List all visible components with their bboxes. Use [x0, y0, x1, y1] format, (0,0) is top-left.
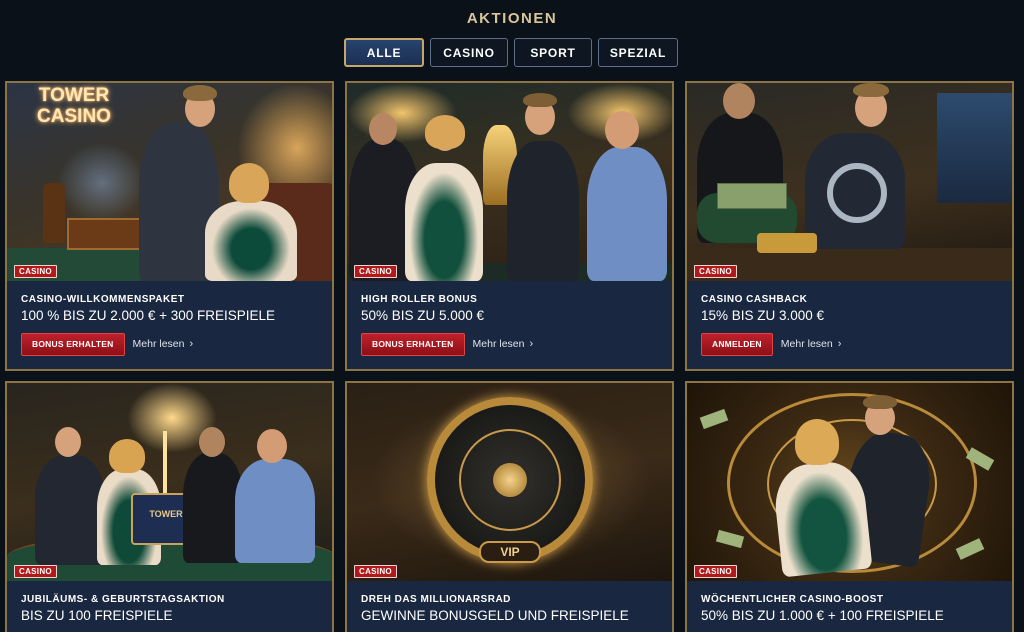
promo-title: WÖCHENTLICHER CASINO-BOOST: [701, 594, 884, 605]
category-badge: CASINO: [14, 565, 57, 578]
category-badge: CASINO: [354, 565, 397, 578]
read-more-label: Mehr lesen: [780, 338, 833, 350]
chevron-right-icon: ›: [189, 338, 194, 350]
vip-badge: VIP: [479, 541, 541, 563]
read-more-link[interactable]: Mehr lesen ›: [781, 338, 842, 350]
promo-card-weekly-boost[interactable]: CASINO WÖCHENTLICHER CASINO-BOOST 50% BI…: [685, 381, 1014, 632]
promo-card-anniversary[interactable]: TOWER CASINO JUBILÄUMS- & GEBURTSTAGSAKT…: [5, 381, 334, 632]
promo-image-wheel: VIP CASINO: [347, 383, 672, 581]
promo-title: DREH DAS MILLIONARSRAD: [361, 594, 511, 605]
category-badge: CASINO: [694, 565, 737, 578]
promo-title: HIGH ROLLER BONUS: [361, 294, 478, 305]
promo-subtitle: BIS ZU 100 FREISPIELE: [21, 608, 173, 623]
promo-image-anniversary: TOWER CASINO: [7, 383, 332, 581]
bonus-button[interactable]: BONUS ERHALTEN: [21, 332, 125, 356]
read-more-link[interactable]: Mehr lesen ›: [133, 338, 194, 350]
promo-title: CASINO CASHBACK: [701, 294, 808, 305]
promo-card-high-roller[interactable]: CASINO HIGH ROLLER BONUS 50% BIS ZU 5.00…: [345, 81, 674, 371]
promo-subtitle: 100 % BIS ZU 2.000 € + 300 FREISPIELE: [21, 308, 276, 323]
promo-subtitle: 50% BIS ZU 5.000 €: [361, 308, 485, 323]
promo-subtitle: 50% BIS ZU 1.000 € + 100 FREISPIELE: [701, 608, 944, 623]
tab-casino[interactable]: CASINO: [430, 38, 508, 67]
promo-card-cashback[interactable]: CASINO CASINO CASHBACK 15% BIS ZU 3.000 …: [685, 81, 1014, 371]
category-badge: CASINO: [694, 265, 737, 278]
promo-card-welcome[interactable]: TOWER CASINO CASINO CASINO-WILLKOMMENSPA…: [5, 81, 334, 371]
section-title: AKTIONEN: [466, 10, 558, 27]
tab-alle[interactable]: ALLE: [344, 38, 424, 67]
promo-image-welcome: TOWER CASINO CASINO: [7, 83, 332, 281]
filter-tabs: ALLE CASINO SPORT SPEZIAL: [344, 38, 678, 67]
tower-casino-sign: TOWER CASINO: [37, 85, 111, 127]
read-more-label: Mehr lesen: [132, 338, 185, 350]
category-badge: CASINO: [14, 265, 57, 278]
bonus-button[interactable]: BONUS ERHALTEN: [361, 332, 465, 356]
chevron-right-icon: ›: [529, 338, 534, 350]
promo-subtitle: GEWINNE BONUSGELD UND FREISPIELE: [361, 608, 629, 623]
promo-title: JUBILÄUMS- & GEBURTSTAGSAKTION: [21, 594, 225, 605]
category-badge: CASINO: [354, 265, 397, 278]
promo-image-cashback: CASINO: [687, 83, 1012, 281]
promotions-page: AKTIONEN ALLE CASINO SPORT SPEZIAL TOWER…: [0, 0, 1024, 632]
read-more-label: Mehr lesen: [472, 338, 525, 350]
promo-card-wheel[interactable]: VIP CASINO DREH DAS MILLIONARSRAD GEWINN…: [345, 381, 674, 632]
tab-spezial[interactable]: SPEZIAL: [598, 38, 678, 67]
promo-subtitle: 15% BIS ZU 3.000 €: [701, 308, 825, 323]
tab-sport[interactable]: SPORT: [514, 38, 592, 67]
read-more-link[interactable]: Mehr lesen ›: [473, 338, 534, 350]
promo-title: CASINO-WILLKOMMENSPAKET: [21, 294, 185, 305]
promo-image-weekly-boost: CASINO: [687, 383, 1012, 581]
register-button[interactable]: ANMELDEN: [701, 332, 773, 356]
chevron-right-icon: ›: [837, 338, 842, 350]
promo-image-high-roller: CASINO: [347, 83, 672, 281]
